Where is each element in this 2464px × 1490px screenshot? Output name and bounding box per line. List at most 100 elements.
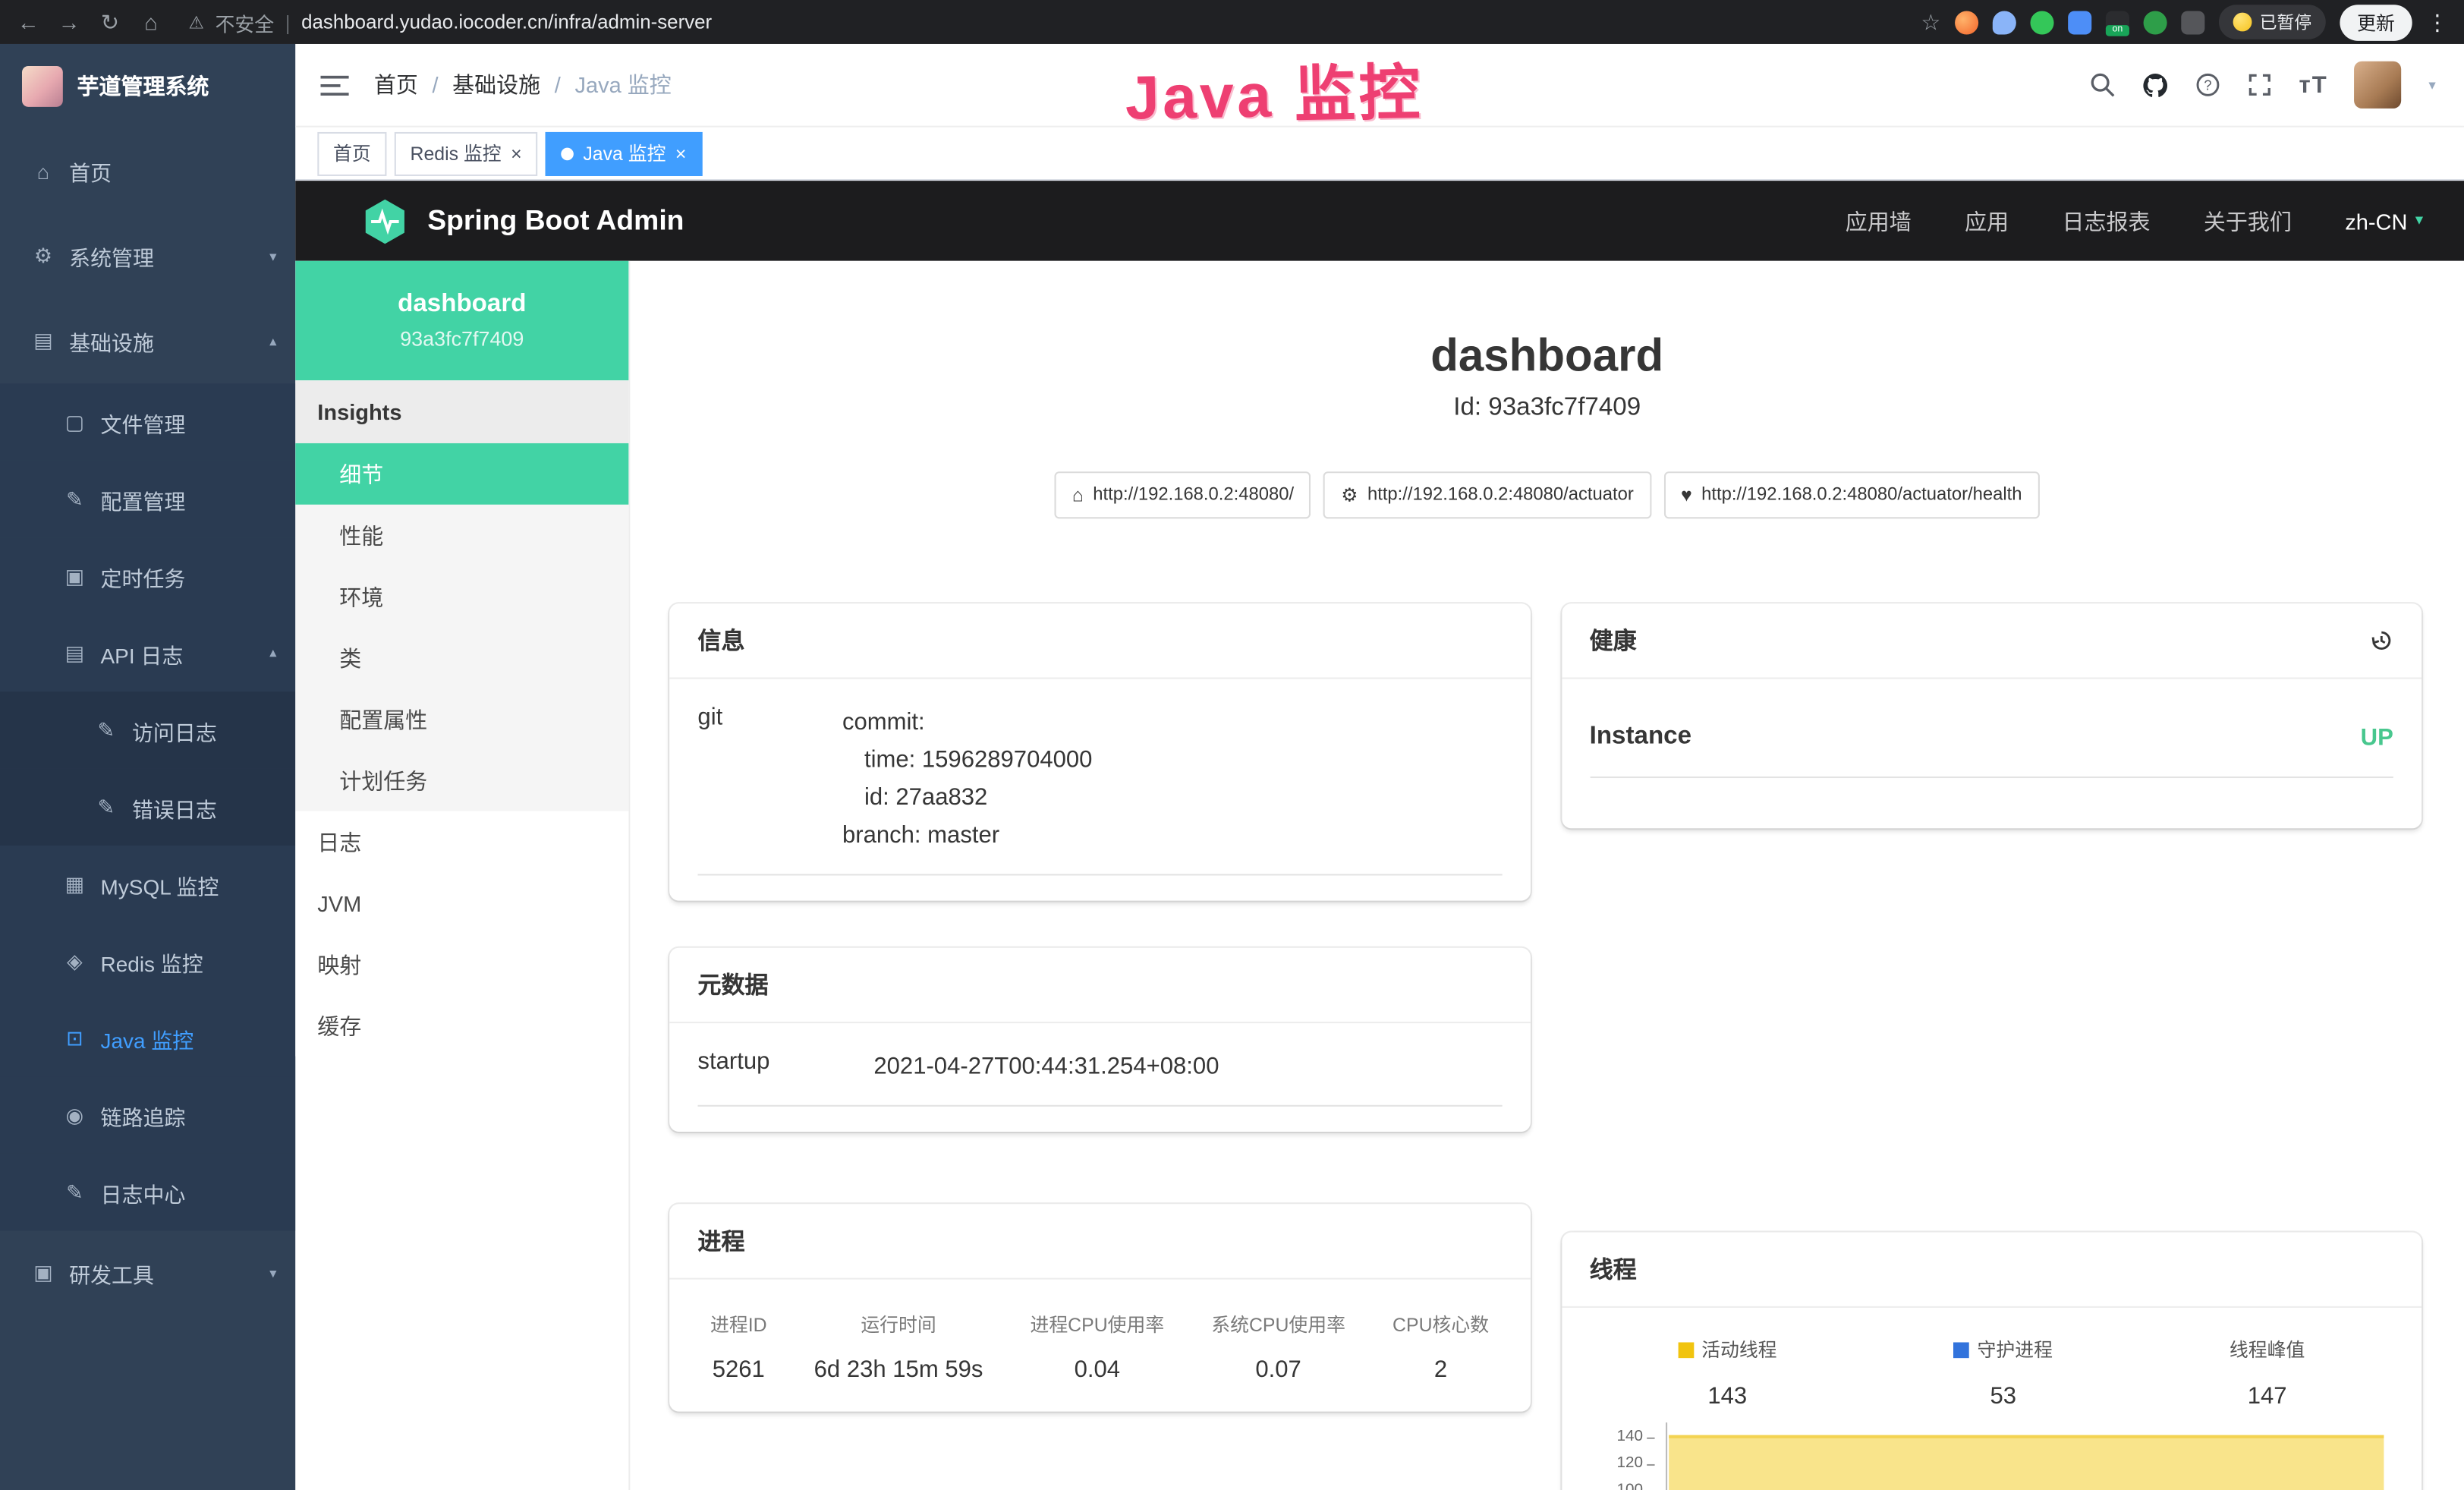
tag-redis-monitor[interactable]: Redis 监控 × [395, 131, 538, 175]
stat-label: CPU核心数 [1392, 1311, 1489, 1337]
tag-java-monitor[interactable]: Java 监控 × [546, 131, 702, 175]
sba-locale-select[interactable]: zh-CN ▾ [2345, 208, 2423, 233]
sba-nav-wallboard[interactable]: 应用墙 [1846, 205, 1912, 236]
chevron-down-icon: ▾ [269, 247, 276, 265]
forward-icon[interactable]: → [57, 0, 82, 44]
eye-icon: ◉ [63, 1103, 87, 1128]
sidebar-item-java-monitor[interactable]: ⊡ Java 监控 [0, 1000, 295, 1076]
sidebar-item-system-management[interactable]: ⚙ 系统管理 ▾ [0, 214, 295, 299]
sba-item-label: 细节 [339, 458, 383, 490]
text-size-icon[interactable]: тT [2299, 71, 2327, 98]
sidebar-item-log-center[interactable]: ✎ 日志中心 [0, 1154, 295, 1230]
extension-icon[interactable]: on [2106, 10, 2129, 33]
breadcrumb: 首页 / 基础设施 / Java 监控 [374, 69, 672, 100]
git-id-line: id: 27aa832 [842, 780, 1502, 817]
sba-item-jvm[interactable]: JVM [295, 872, 628, 934]
extension-icon[interactable] [2068, 10, 2091, 33]
app-logo[interactable]: 芋道管理系统 [0, 44, 295, 129]
browser-home-icon[interactable]: ⌂ [138, 0, 163, 44]
sidebar-item-scheduled-tasks[interactable]: ▣ 定时任务 [0, 537, 295, 614]
url-text[interactable]: dashboard.yudao.iocoder.cn/infra/admin-s… [301, 11, 712, 33]
help-icon[interactable]: ? [2195, 72, 2220, 97]
github-icon[interactable] [2141, 71, 2168, 98]
sidebar-item-dev-tools[interactable]: ▣ 研发工具 ▾ [0, 1230, 295, 1315]
legend-daemon-threads: 守护进程 53 [1953, 1336, 2052, 1410]
sba-brand-title[interactable]: Spring Boot Admin [427, 204, 684, 237]
hamburger-icon[interactable] [320, 73, 348, 96]
sba-item-caches[interactable]: 缓存 [295, 995, 628, 1057]
avatar-caret-icon[interactable]: ▾ [2428, 76, 2435, 93]
sidebar-item-api-logs[interactable]: ▤ API 日志 ▴ [0, 615, 295, 691]
sidebar-item-mysql-monitor[interactable]: ▦ MySQL 监控 [0, 846, 295, 922]
breadcrumb-current: Java 监控 [574, 69, 671, 100]
heart-icon: ♥ [1681, 484, 1692, 506]
tag-home[interactable]: 首页 [317, 131, 386, 175]
browser-chrome: ← → ↻ ⌂ ⚠ 不安全 | dashboard.yudao.iocoder.… [0, 0, 2464, 44]
security-label[interactable]: 不安全 [215, 7, 274, 36]
instance-header[interactable]: dashboard 93a3fc7f7409 [295, 261, 628, 380]
sidebar-item-home[interactable]: ⌂ 首页 [0, 129, 295, 214]
update-button[interactable]: 更新 [2340, 4, 2412, 40]
sba-item-details[interactable]: 细节 [295, 443, 628, 505]
extension-icon[interactable] [1993, 10, 2016, 33]
toolbox-icon: ▣ [31, 1261, 55, 1286]
extension-icon[interactable] [1955, 10, 1978, 33]
chip-health-url[interactable]: ♥ http://192.168.0.2:48080/actuator/heal… [1663, 471, 2039, 518]
back-icon[interactable]: ← [16, 0, 41, 44]
log-icon: ✎ [94, 795, 118, 820]
threads-card: 线程 活动线程 14 [1561, 1233, 2422, 1490]
chip-home-url[interactable]: ⌂ http://192.168.0.2:48080/ [1055, 471, 1311, 518]
breadcrumb-home[interactable]: 首页 [374, 69, 418, 100]
extension-icon[interactable] [2144, 10, 2167, 33]
sba-item-scheduled-tasks[interactable]: 计划任务 [295, 750, 628, 811]
legend-square-yellow [1678, 1341, 1694, 1357]
status-badge: UP [2361, 724, 2393, 751]
sidebar-item-error-logs[interactable]: ✎ 错误日志 [0, 769, 295, 846]
history-icon[interactable] [2370, 628, 2393, 652]
reload-icon[interactable]: ↻ [97, 0, 122, 44]
sidebar-item-label: 基础设施 [69, 326, 154, 357]
sidebar-item-access-logs[interactable]: ✎ 访问日志 [0, 691, 295, 768]
paused-badge[interactable]: 已暂停 [2219, 5, 2326, 39]
sidebar-item-link-tracing[interactable]: ◉ 链路追踪 [0, 1076, 295, 1153]
extension-icon[interactable] [2030, 10, 2053, 33]
fullscreen-icon[interactable] [2247, 72, 2272, 97]
stat-value: 2 [1392, 1356, 1489, 1383]
chip-actuator-url[interactable]: ⚙ http://192.168.0.2:48080/actuator [1323, 471, 1651, 518]
sba-nav-journal[interactable]: 日志报表 [2063, 205, 2151, 236]
sidebar-item-label: 研发工具 [69, 1258, 154, 1289]
sidebar-item-label: 错误日志 [132, 792, 217, 823]
sba-main: dashboard Id: 93a3fc7f7409 ⌂ http://192.… [630, 261, 2464, 1490]
close-icon[interactable]: × [675, 143, 687, 162]
stat-label: 进程ID [710, 1311, 767, 1337]
sba-nav-about[interactable]: 关于我们 [2204, 205, 2292, 236]
sidebar-item-infrastructure[interactable]: ▤ 基础设施 ▴ [0, 298, 295, 383]
sba-logo-icon[interactable] [361, 197, 408, 244]
legend-value: 143 [1678, 1383, 1776, 1410]
close-icon[interactable]: × [511, 143, 522, 162]
extension-icon[interactable] [2181, 10, 2204, 33]
sba-sidebar: dashboard 93a3fc7f7409 Insights 细节 性能 环境… [295, 261, 630, 1490]
paused-label: 已暂停 [2260, 9, 2311, 34]
bookmark-star-icon[interactable]: ☆ [1921, 8, 1940, 35]
sba-item-config-properties[interactable]: 配置属性 [295, 688, 628, 750]
sidebar-item-redis-monitor[interactable]: ◈ Redis 监控 [0, 923, 295, 1000]
sidebar-item-config-management[interactable]: ✎ 配置管理 [0, 461, 295, 537]
sba-item-classes[interactable]: 类 [295, 627, 628, 688]
sba-item-performance[interactable]: 性能 [295, 505, 628, 566]
browser-menu-icon[interactable]: ⋮ [2426, 8, 2448, 35]
sba-item-logs[interactable]: 日志 [295, 811, 628, 873]
search-icon[interactable] [2090, 72, 2115, 97]
address-bar[interactable]: ⚠ 不安全 | dashboard.yudao.iocoder.cn/infra… [188, 7, 712, 36]
tag-label: Redis 监控 [411, 140, 502, 166]
sba-item-label: 环境 [339, 581, 383, 612]
user-avatar[interactable] [2355, 61, 2402, 109]
monitor-icon: ⊡ [63, 1025, 87, 1051]
process-stats: 进程ID 5261 运行时间 6d 23h 15m 59s [697, 1305, 1501, 1387]
legend-value: 147 [2230, 1383, 2305, 1410]
breadcrumb-infrastructure[interactable]: 基础设施 [452, 69, 540, 100]
sba-nav-applications[interactable]: 应用 [1965, 205, 2009, 236]
sidebar-item-file-management[interactable]: ▢ 文件管理 [0, 383, 295, 460]
sba-item-mappings[interactable]: 映射 [295, 934, 628, 995]
sba-item-environment[interactable]: 环境 [295, 565, 628, 627]
